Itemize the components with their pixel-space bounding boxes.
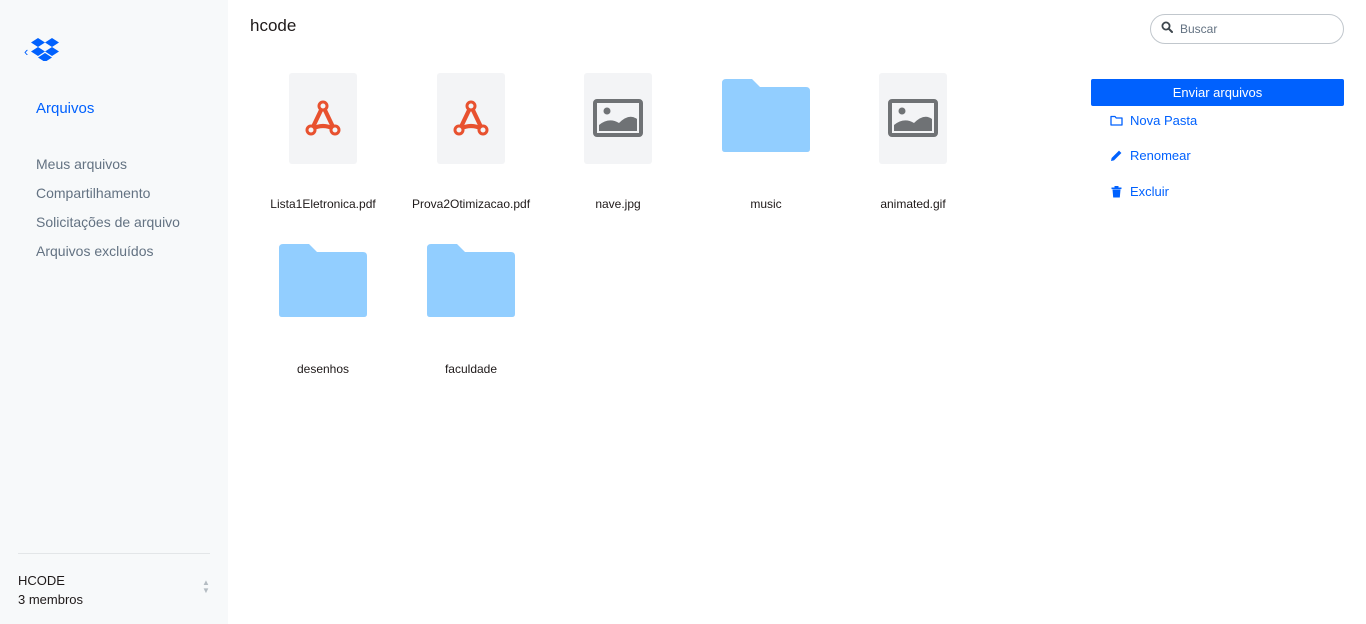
file-item-animated-gif[interactable]: animated.gif — [839, 72, 987, 211]
folder-icon — [722, 78, 810, 158]
folder-item-faculdade[interactable]: faculdade — [397, 237, 545, 376]
search-box[interactable] — [1150, 14, 1344, 44]
folder-icon — [427, 243, 515, 323]
team-switch-icon[interactable]: ▲ ▼ — [202, 579, 210, 595]
new-folder-button[interactable]: Nova Pasta — [1109, 113, 1197, 128]
rename-label: Renomear — [1130, 148, 1191, 163]
sidebar: ‹ Arquivos Meus arquivos Compartilhament… — [0, 0, 228, 624]
file-name: faculdade — [444, 362, 498, 376]
delete-label: Excluir — [1130, 184, 1170, 199]
rename-button[interactable]: Renomear — [1109, 148, 1191, 163]
folder-item-desenhos[interactable]: desenhos — [249, 237, 397, 376]
file-item-nave-jpg[interactable]: nave.jpg — [544, 72, 692, 211]
home-link[interactable]: ‹ — [24, 37, 60, 66]
new-folder-label: Nova Pasta — [1130, 113, 1198, 128]
trash-icon — [1109, 185, 1123, 198]
dropbox-logo-icon — [31, 37, 60, 66]
sidebar-item-excluidos[interactable]: Arquivos excluídos — [36, 242, 180, 271]
folder-item-music[interactable]: music — [692, 72, 840, 211]
search-icon — [1161, 20, 1173, 38]
sidebar-item-compartilhamento[interactable]: Compartilhamento — [36, 184, 180, 213]
image-icon — [584, 72, 652, 164]
file-name: music — [750, 197, 782, 211]
team-info[interactable]: HCODE 3 membros — [18, 571, 83, 609]
team-name: HCODE — [18, 573, 65, 588]
page-title: hcode — [250, 16, 297, 35]
folder-icon — [279, 243, 367, 323]
file-name: desenhos — [296, 362, 350, 376]
sidebar-item-meus-arquivos[interactable]: Meus arquivos — [36, 155, 180, 184]
folder-outline-icon — [1109, 115, 1123, 126]
file-name: Prova2Otimizacao.pdf — [411, 197, 531, 211]
pdf-icon — [289, 72, 357, 164]
search-input[interactable] — [1180, 22, 1330, 36]
sidebar-item-arquivos[interactable]: Arquivos — [36, 100, 94, 117]
file-item-lista1eletronica[interactable]: Lista1Eletronica.pdf — [249, 72, 397, 211]
team-members: 3 membros — [18, 592, 84, 607]
file-item-prova2otimizacao[interactable]: Prova2Otimizacao.pdf — [397, 72, 545, 211]
pdf-icon — [437, 72, 505, 164]
image-icon — [879, 72, 947, 164]
file-name: animated.gif — [880, 197, 946, 211]
sidebar-nav: Meus arquivos Compartilhamento Solicitaç… — [36, 155, 180, 271]
divider — [18, 553, 210, 554]
file-name: nave.jpg — [595, 197, 641, 211]
chevron-left-icon: ‹ — [24, 44, 29, 59]
pencil-icon — [1109, 149, 1123, 162]
file-name: Lista1Eletronica.pdf — [270, 197, 376, 211]
sidebar-item-solicitacoes[interactable]: Solicitações de arquivo — [36, 213, 180, 242]
delete-button[interactable]: Excluir — [1109, 184, 1169, 199]
upload-button[interactable]: Enviar arquivos — [1091, 79, 1344, 106]
